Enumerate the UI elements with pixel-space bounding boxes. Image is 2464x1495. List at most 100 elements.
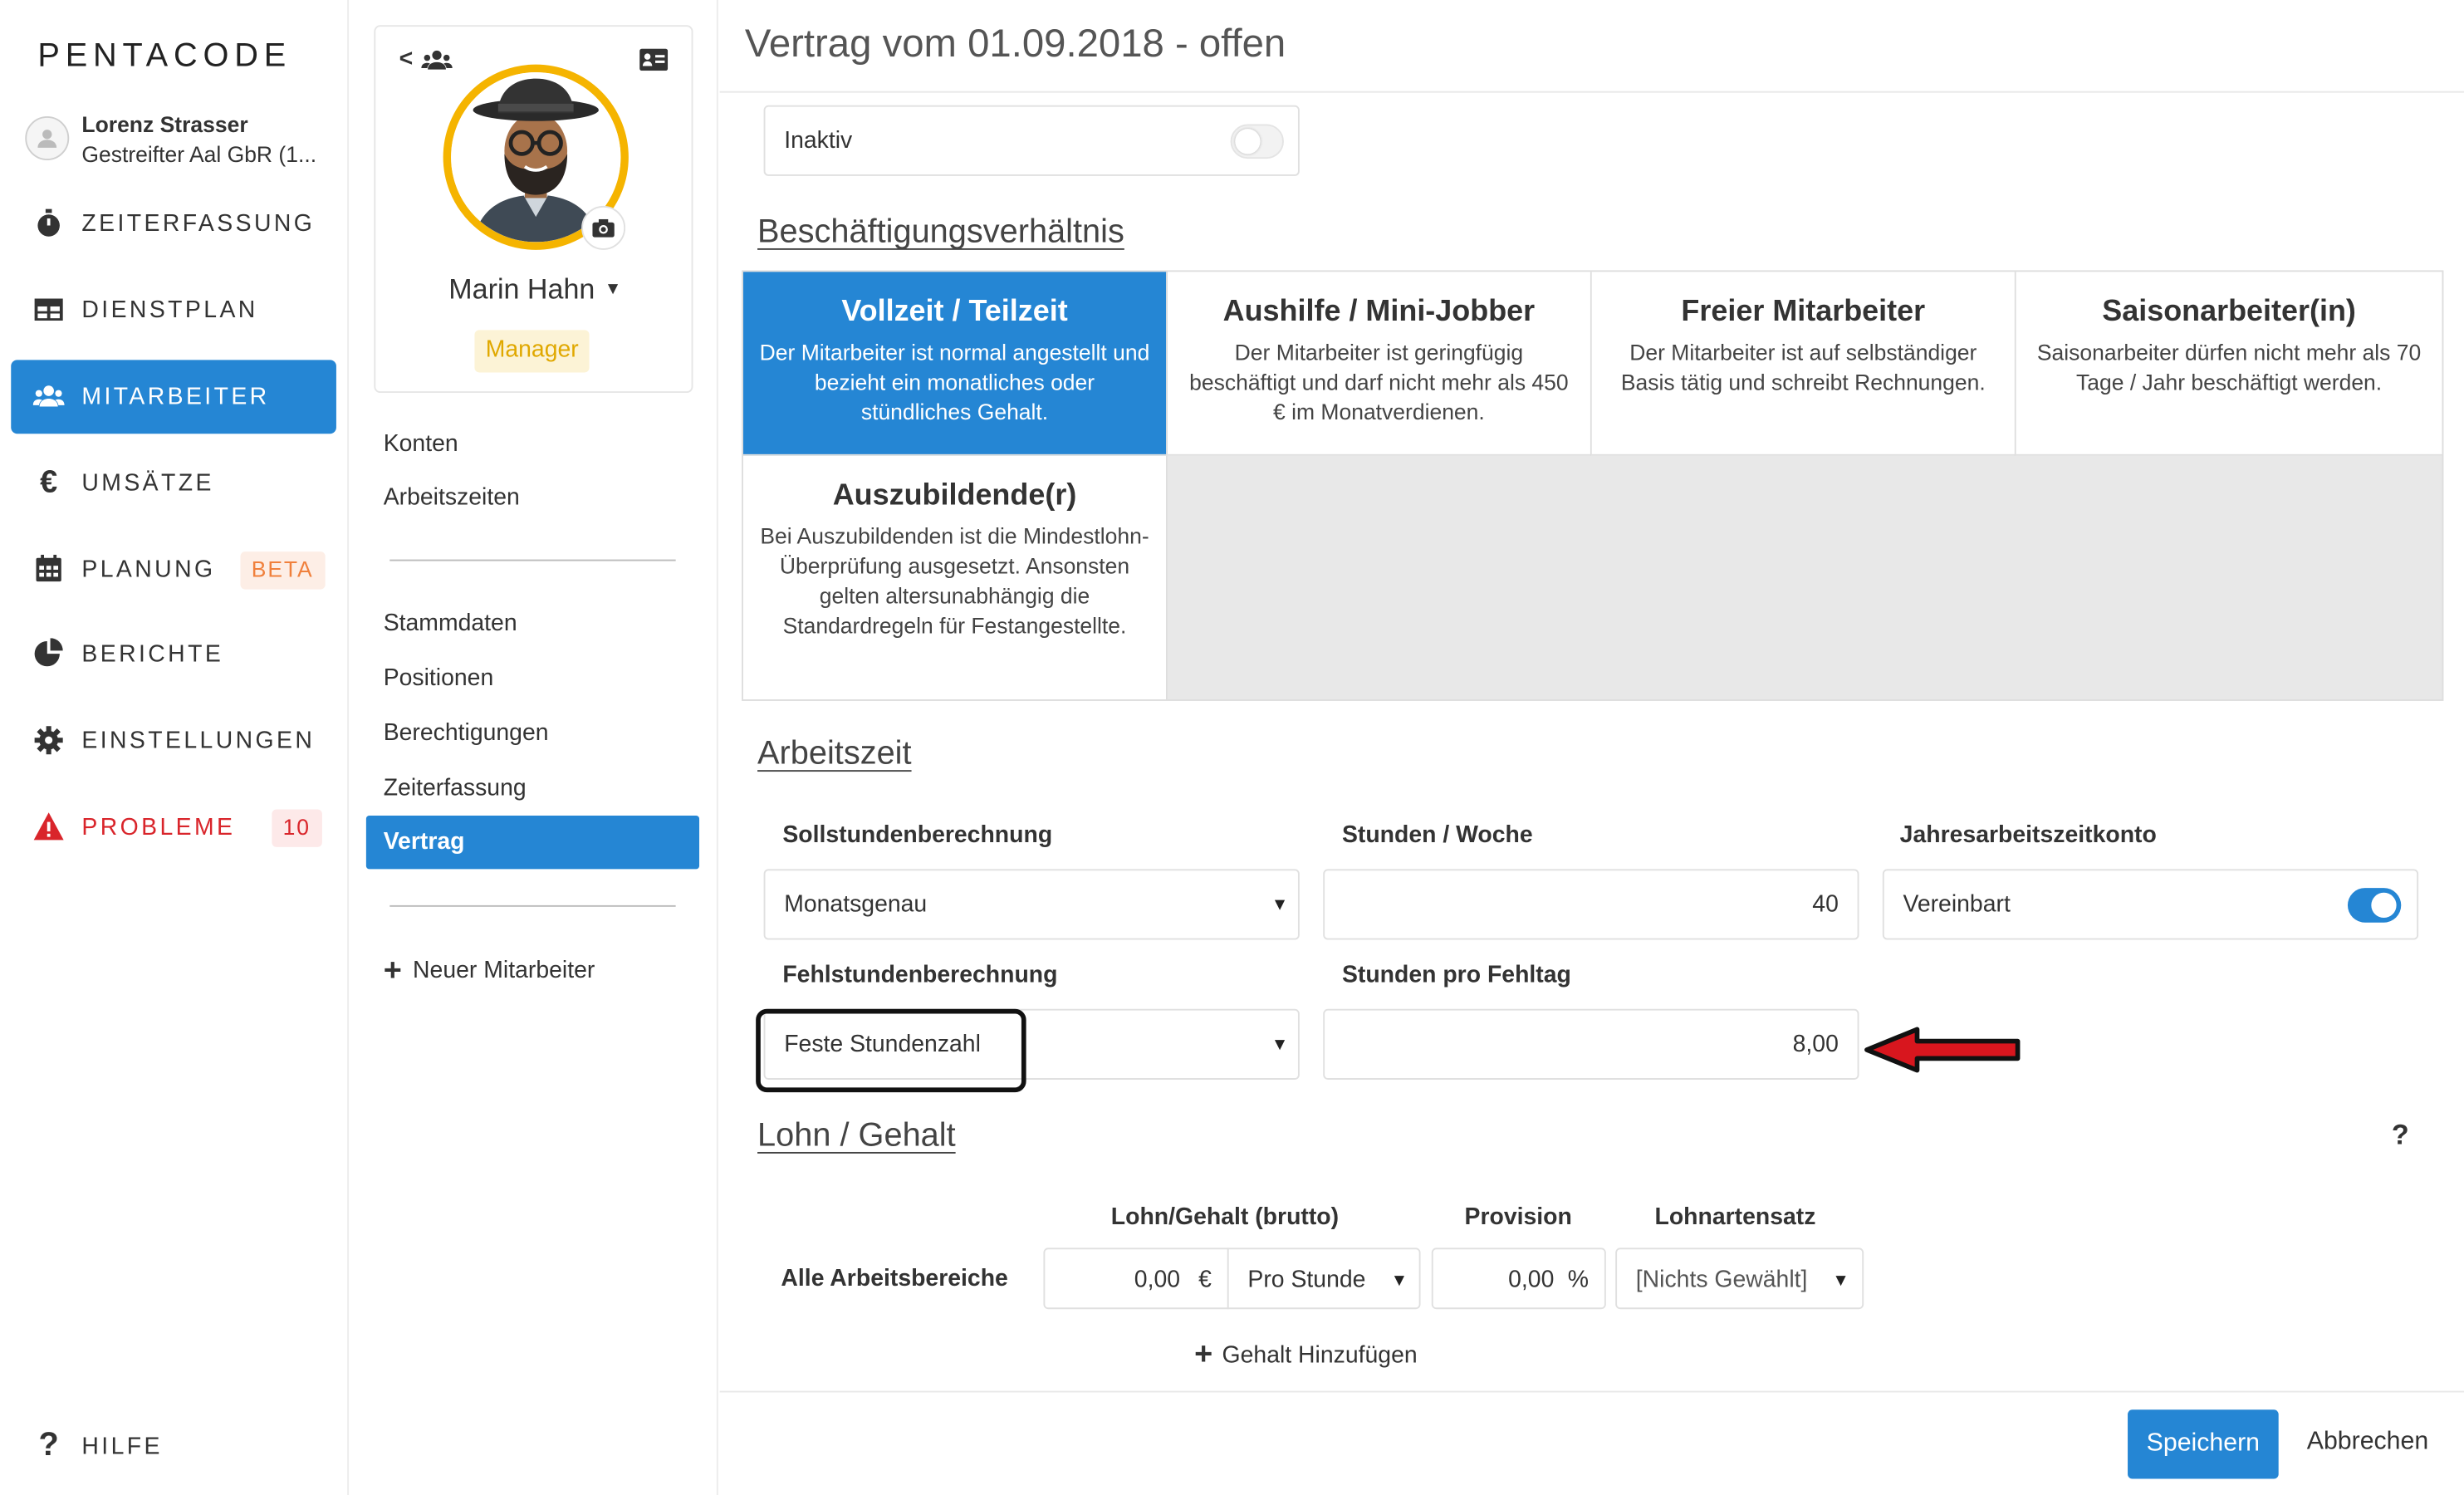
gear-icon — [34, 726, 63, 755]
employment-type-freier-mitarbeiter[interactable]: Freier Mitarbeiter Der Mitarbeiter ist a… — [1591, 272, 2016, 456]
nav-label: EINSTELLUNGEN — [81, 728, 316, 755]
question-icon: ? — [38, 1427, 59, 1463]
cancel-button[interactable]: Abbrechen — [2307, 1429, 2428, 1457]
input-value: 8,00 — [1792, 1031, 1839, 1058]
nav-item-probleme[interactable]: PROBLEME 10 — [11, 791, 336, 865]
nav-label: DIENSTPLAN — [81, 297, 258, 324]
role-badge: Manager — [474, 330, 590, 373]
input-value: 0,00 — [1134, 1267, 1181, 1294]
id-card-icon[interactable] — [639, 48, 669, 71]
inactive-label: Inaktiv — [784, 127, 853, 154]
nav-label: PROBLEME — [81, 814, 236, 841]
app-logo: PENTACODE — [37, 37, 292, 74]
inactive-toggle[interactable] — [1230, 124, 1284, 159]
input-value: 40 — [1812, 890, 1839, 919]
nav-item-planung[interactable]: PLANUNG BETA — [11, 532, 336, 606]
commission-input[interactable]: 0,00 % — [1431, 1247, 1606, 1310]
nav-item-zeiterfassung[interactable]: ZEITERFASSUNG — [11, 187, 336, 261]
field-label: Fehlstundenberechnung — [782, 962, 1058, 989]
employee-link-label: Vertrag — [383, 828, 465, 855]
employee-link-vertrag[interactable]: Vertrag — [365, 816, 700, 870]
divider — [719, 91, 2464, 93]
account-avatar — [25, 116, 70, 161]
column-header: Provision — [1464, 1203, 1572, 1231]
schedule-table-icon — [34, 298, 63, 321]
page-title: Vertrag vom 01.09.2018 - offen — [744, 22, 1286, 66]
employment-type-auszubildende[interactable]: Auszubildende(r) Bei Auszubildenden ist … — [743, 455, 1168, 700]
employment-type-vollzeit[interactable]: Vollzeit / Teilzeit Der Mitarbeiter ist … — [743, 272, 1168, 456]
employee-link-zeiterfassung[interactable]: Zeiterfassung — [384, 775, 527, 801]
divider — [389, 559, 676, 561]
nav-label: MITARBEITER — [81, 383, 270, 410]
account-switcher[interactable]: Lorenz Strasser Gestreifter Aal GbR (1..… — [22, 110, 336, 173]
calendar-icon — [36, 554, 61, 582]
chevron-down-icon: ▼ — [604, 279, 622, 299]
warning-icon — [33, 812, 64, 841]
nav-item-umsaetze[interactable]: € UMSÄTZE — [11, 446, 336, 520]
type-description: Saisonarbeiter dürfen nicht mehr als 70 … — [2036, 339, 2422, 395]
hours-per-absence-day-input[interactable]: 8,00 — [1323, 1008, 1859, 1080]
type-title: Aushilfe / Mini-Jobber — [1222, 295, 1536, 329]
stopwatch-icon — [37, 208, 60, 237]
add-wage-button[interactable]: + Gehalt Hinzufügen — [1194, 1337, 1418, 1374]
field-label: Stunden / Woche — [1341, 821, 1533, 849]
nav-item-mitarbeiter[interactable]: MITARBEITER — [11, 360, 336, 434]
back-icon[interactable]: < — [399, 46, 414, 72]
employee-card: < Marin Hahn ▼ Manager — [374, 25, 694, 394]
annotation-highlight-frame — [756, 1008, 1026, 1093]
user-icon — [37, 130, 57, 148]
wage-rate-select[interactable]: [Nichts Gewählt] ▼ — [1615, 1247, 1864, 1310]
nav-item-dienstplan[interactable]: DIENSTPLAN — [11, 273, 336, 347]
beta-badge: BETA — [240, 551, 325, 590]
nav-item-hilfe[interactable]: ? HILFE — [11, 1409, 336, 1483]
employee-link-konten[interactable]: Konten — [384, 430, 458, 457]
problems-count-badge: 10 — [272, 809, 322, 847]
wage-period-select[interactable]: Pro Stunde ▼ — [1227, 1247, 1421, 1310]
nav-item-berichte[interactable]: BERICHTE — [11, 618, 336, 692]
users-icon — [32, 385, 65, 407]
account-company: Gestreifter Aal GbR (1... — [81, 141, 317, 167]
type-description: Der Mitarbeiter ist auf selbständiger Ba… — [1620, 339, 1986, 395]
worktime-heading: Arbeitszeit — [757, 735, 912, 772]
annotation-arrow — [1864, 1027, 2021, 1073]
soll-calculation-select[interactable]: Monatsgenau ▼ — [763, 869, 1300, 940]
change-photo-button[interactable] — [581, 205, 626, 250]
wage-heading: Lohn / Gehalt — [757, 1117, 956, 1154]
contract-panel: Vertrag vom 01.09.2018 - offen Inaktiv B… — [719, 0, 2464, 1495]
wage-area-label: Alle Arbeitsbereiche — [781, 1265, 1008, 1292]
wage-amount-input[interactable]: 0,00 € — [1043, 1247, 1229, 1310]
hours-per-week-input[interactable]: 40 — [1323, 869, 1859, 940]
nav-label: UMSÄTZE — [81, 469, 214, 497]
euro-icon: € — [40, 465, 58, 500]
wage-help-icon[interactable]: ? — [2392, 1119, 2409, 1152]
annual-account-toggle[interactable] — [2347, 888, 2402, 923]
employee-link-positionen[interactable]: Positionen — [384, 664, 494, 691]
nav-item-einstellungen[interactable]: EINSTELLUNGEN — [11, 704, 336, 778]
employment-type-aushilfe[interactable]: Aushilfe / Mini-Jobber Der Mitarbeiter i… — [1167, 272, 1592, 456]
users-group-icon[interactable] — [421, 49, 453, 71]
main-sidebar: PENTACODE Lorenz Strasser Gestreifter Aa… — [0, 0, 350, 1495]
employee-link-arbeitszeiten[interactable]: Arbeitszeiten — [384, 484, 520, 511]
column-header: Lohn/Gehalt (brutto) — [1110, 1203, 1340, 1231]
save-button[interactable]: Speichern — [2128, 1409, 2279, 1479]
type-description: Der Mitarbeiter ist normal angestellt un… — [759, 339, 1150, 424]
field-label: Stunden pro Fehltag — [1341, 962, 1571, 989]
select-value: Monatsgenau — [784, 890, 928, 919]
employee-link-stammdaten[interactable]: Stammdaten — [384, 610, 517, 636]
new-employee-label: Neuer Mitarbeiter — [413, 957, 595, 984]
employment-type-saisonarbeiter[interactable]: Saisonarbeiter(in) Saisonarbeiter dürfen… — [2016, 272, 2442, 456]
caret-down-icon: ▼ — [1390, 1271, 1408, 1291]
plus-icon: + — [1194, 1337, 1213, 1372]
new-employee-button[interactable]: + Neuer Mitarbeiter — [384, 954, 595, 991]
nav-label: BERICHTE — [81, 641, 224, 669]
percent-symbol: % — [1567, 1267, 1590, 1294]
employee-link-berechtigungen[interactable]: Berechtigungen — [384, 720, 549, 747]
type-title: Auszubildende(r) — [832, 479, 1077, 512]
add-wage-label: Gehalt Hinzufügen — [1222, 1341, 1418, 1370]
type-description: Bei Auszubildenden ist die Mindestlohn-Ü… — [760, 523, 1149, 639]
select-value: Pro Stunde — [1247, 1267, 1366, 1294]
nav-label: HILFE — [81, 1433, 163, 1460]
employee-name-dropdown[interactable]: Marin Hahn ▼ — [375, 273, 694, 306]
footer-divider — [719, 1390, 2464, 1393]
nav-label: ZEITERFASSUNG — [81, 210, 316, 238]
